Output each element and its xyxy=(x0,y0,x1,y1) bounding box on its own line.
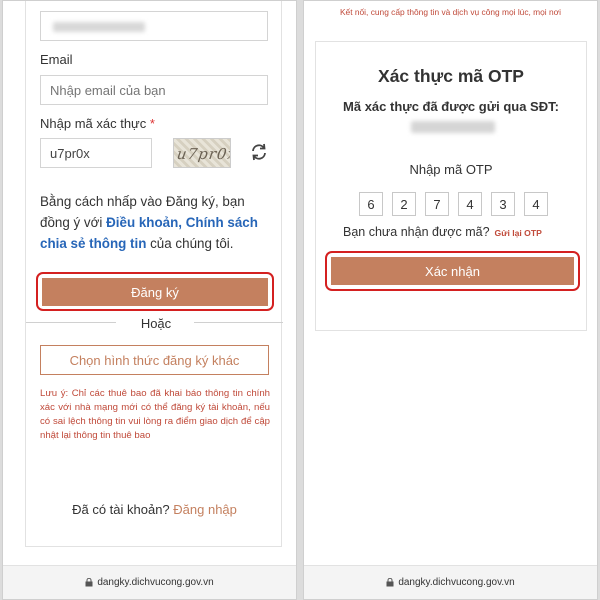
redacted-input-field[interactable] xyxy=(40,11,268,41)
otp-title: Xác thực mã OTP xyxy=(378,66,524,86)
redacted-value xyxy=(53,22,145,32)
otp-subtitle: Mã xác thực đã được gửi qua SĐT: xyxy=(343,99,559,114)
captcha-image: u7pr0x xyxy=(173,138,231,168)
otp-digit-4[interactable]: 4 xyxy=(458,192,482,216)
login-prompt: Đã có tài khoản? Đăng nhập xyxy=(26,502,283,517)
otp-label: Nhập mã OTP xyxy=(409,162,493,177)
terms-text: Bằng cách nhấp vào Đăng ký, bạn đồng ý v… xyxy=(40,191,270,254)
refresh-icon[interactable] xyxy=(248,141,270,163)
captcha-label-text: Nhập mã xác thực xyxy=(40,116,147,131)
resend-prompt: Bạn chưa nhận được mã? xyxy=(343,225,490,239)
lock-icon xyxy=(386,577,394,587)
otp-card: Xác thực mã OTP Mã xác thực đã được gửi … xyxy=(315,41,587,331)
or-text: Hoặc xyxy=(134,316,178,331)
divider-left xyxy=(26,322,116,323)
captcha-image-text: u7pr0x xyxy=(175,145,231,163)
divider-right xyxy=(194,322,283,323)
note-text: Lưu ý: Chỉ các thuê bao đã khai báo thôn… xyxy=(40,388,270,441)
resend-otp-link[interactable]: Gửi lại OTP xyxy=(495,228,542,238)
captcha-input[interactable] xyxy=(40,138,152,168)
registration-panel: Email Nhập mã xác thực * u7pr0x Bằng các… xyxy=(2,0,297,600)
register-button[interactable]: Đăng ký xyxy=(42,278,268,306)
otp-digit-5[interactable]: 3 xyxy=(491,192,515,216)
confirm-button[interactable]: Xác nhận xyxy=(331,257,574,285)
login-link[interactable]: Đăng nhập xyxy=(173,502,237,517)
url-text-right: dangky.dichvucong.gov.vn xyxy=(398,577,515,588)
otp-digit-6[interactable]: 4 xyxy=(524,192,548,216)
login-prompt-text: Đã có tài khoản? xyxy=(72,502,174,517)
registration-form: Email Nhập mã xác thực * u7pr0x Bằng các… xyxy=(25,1,283,547)
alt-register-button[interactable]: Chọn hình thức đăng ký khác xyxy=(40,345,269,375)
address-bar-right[interactable]: dangky.dichvucong.gov.vn xyxy=(304,565,597,599)
otp-digit-3[interactable]: 7 xyxy=(425,192,449,216)
terms-suffix: của chúng tôi. xyxy=(146,236,234,251)
captcha-label: Nhập mã xác thực * xyxy=(40,116,155,131)
otp-panel: Kết nối, cung cấp thông tin và dịch vụ c… xyxy=(303,0,598,600)
redacted-phone-number xyxy=(411,121,495,133)
otp-digit-2[interactable]: 2 xyxy=(392,192,416,216)
otp-input-group: 6 2 7 4 3 4 xyxy=(359,192,548,216)
site-tagline: Kết nối, cung cấp thông tin và dịch vụ c… xyxy=(339,7,562,17)
resend-row: Bạn chưa nhận được mã? Gửi lại OTP xyxy=(343,225,542,239)
url-text: dangky.dichvucong.gov.vn xyxy=(97,577,214,588)
required-mark: * xyxy=(149,116,155,131)
email-label: Email xyxy=(40,52,73,67)
otp-digit-1[interactable]: 6 xyxy=(359,192,383,216)
address-bar[interactable]: dangky.dichvucong.gov.vn xyxy=(3,565,296,599)
email-input[interactable] xyxy=(40,75,268,105)
lock-icon xyxy=(85,577,93,587)
